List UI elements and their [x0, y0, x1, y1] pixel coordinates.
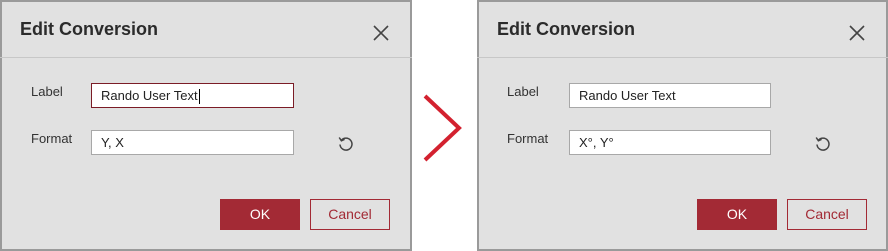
- reset-icon[interactable]: [337, 135, 355, 153]
- edit-conversion-dialog-before: Edit Conversion Label Rando User Text Fo…: [0, 0, 412, 251]
- format-caption: Format: [507, 131, 549, 146]
- format-input-value: X°, Y°: [579, 135, 614, 150]
- ok-button[interactable]: OK: [697, 199, 777, 230]
- cancel-button[interactable]: Cancel: [787, 199, 867, 230]
- label-input-value: Rando User Text: [579, 88, 676, 103]
- edit-conversion-dialog-after: Edit Conversion Label Rando User Text Fo…: [477, 0, 888, 251]
- format-input[interactable]: X°, Y°: [569, 130, 771, 155]
- format-input[interactable]: Y, X: [91, 130, 294, 155]
- dialog-header: Edit Conversion: [477, 0, 888, 58]
- text-caret: [198, 89, 200, 105]
- dialog-title: Edit Conversion: [497, 19, 636, 39]
- label-input[interactable]: Rando User Text: [91, 83, 294, 108]
- chevron-right-icon: [423, 94, 462, 162]
- dialog-header: Edit Conversion: [0, 0, 412, 58]
- ok-button[interactable]: OK: [220, 199, 300, 230]
- close-icon[interactable]: [848, 24, 866, 42]
- dialog-title: Edit Conversion: [20, 19, 159, 39]
- label-input[interactable]: Rando User Text: [569, 83, 771, 108]
- label-input-value: Rando User Text: [101, 88, 198, 103]
- close-icon[interactable]: [372, 24, 390, 42]
- label-caption: Label: [31, 84, 63, 99]
- format-input-value: Y, X: [101, 135, 124, 150]
- reset-icon[interactable]: [814, 135, 832, 153]
- format-caption: Format: [31, 131, 73, 146]
- cancel-button[interactable]: Cancel: [310, 199, 390, 230]
- label-caption: Label: [507, 84, 539, 99]
